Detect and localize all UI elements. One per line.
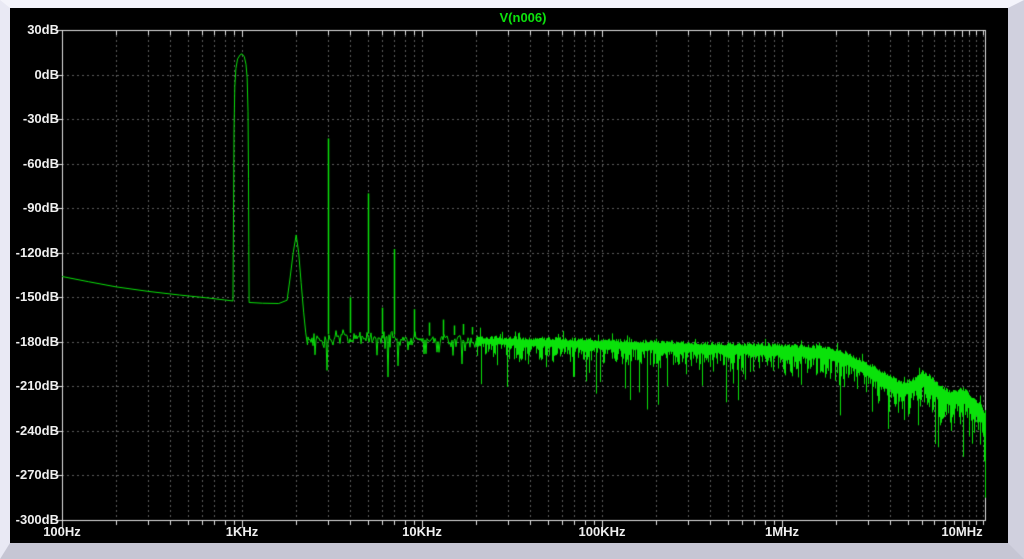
fft-plot-canvas xyxy=(10,8,1008,543)
window-frame: V(n006) 30dB0dB-30dB-60dB-90dB-120dB-150… xyxy=(0,0,1024,559)
plot-pane[interactable]: V(n006) 30dB0dB-30dB-60dB-90dB-120dB-150… xyxy=(10,8,1008,543)
trace-label[interactable]: V(n006) xyxy=(443,10,603,26)
waveform-window: V(n006) 30dB0dB-30dB-60dB-90dB-120dB-150… xyxy=(0,0,1024,559)
